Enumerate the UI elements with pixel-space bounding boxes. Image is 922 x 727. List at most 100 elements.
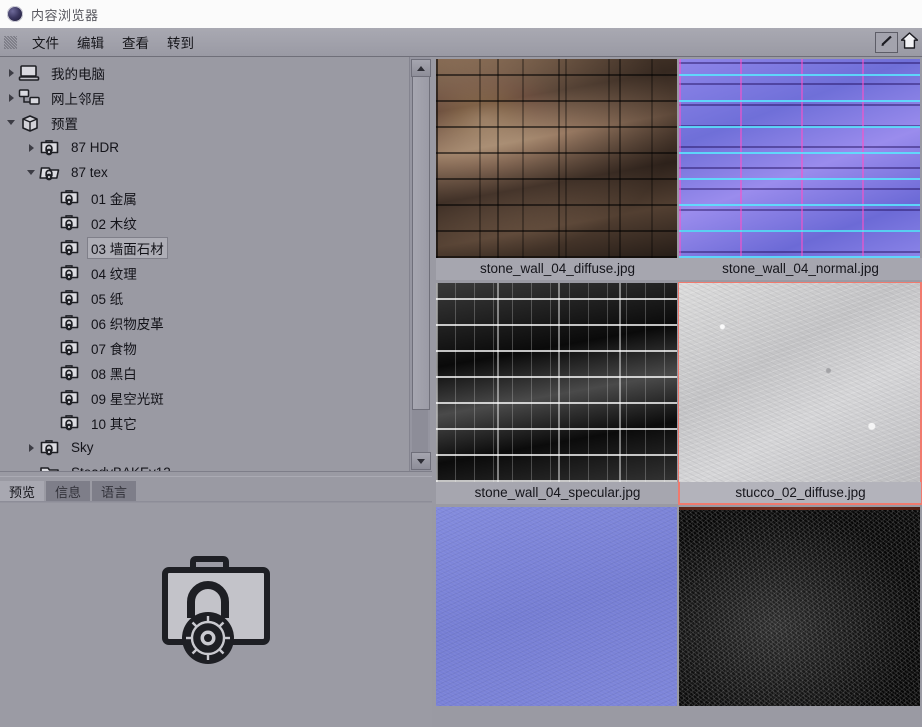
thumbnail-image[interactable] (436, 283, 677, 482)
tree-item-label: 02 木纹 (91, 216, 137, 232)
tree-twisty-spacer (44, 391, 58, 405)
tree-twisty-spacer (44, 316, 58, 330)
thumbnail-item[interactable] (679, 507, 922, 706)
home-button[interactable] (899, 32, 920, 52)
tree-item-label: Sky (71, 440, 94, 455)
folder-lock-icon (58, 288, 82, 308)
scroll-down-button[interactable] (411, 452, 431, 470)
tree-item-2[interactable]: 预置 (0, 110, 406, 135)
thumbnail-item[interactable]: stone_wall_04_normal.jpg (679, 59, 922, 280)
tree-item-label: 06 织物皮革 (91, 316, 164, 332)
folder-lock-icon (58, 263, 82, 283)
tree-item-12[interactable]: 08 黑白 (0, 360, 406, 385)
tree-item-8[interactable]: 04 纹理 (0, 260, 406, 285)
thumbnail-image[interactable] (679, 507, 920, 706)
tree-twisty-spacer (44, 416, 58, 430)
chevron-down-icon[interactable] (24, 166, 38, 180)
tree-item-label: 07 食物 (91, 341, 137, 357)
folder-lock-icon (58, 238, 82, 258)
thumbnail-caption: stone_wall_04_diffuse.jpg (436, 258, 679, 280)
edit-pencil-icon (880, 35, 894, 50)
tree-item-9[interactable]: 05 纸 (0, 285, 406, 310)
content-browser-window: 内容浏览器 文件 编辑 查看 转到 我的电脑 网上邻居 预置 87 HDR 87… (0, 0, 922, 727)
menu-edit[interactable]: 编辑 (68, 30, 113, 54)
folder-lock-icon (58, 413, 82, 433)
menu-file[interactable]: 文件 (23, 30, 68, 54)
edit-pencil-button[interactable] (875, 31, 898, 53)
tab-1[interactable]: 信息 (46, 481, 91, 502)
tree-item-13[interactable]: 09 星空光斑 (0, 385, 406, 410)
preview-pane (0, 503, 432, 727)
chevron-right-icon[interactable] (24, 141, 38, 155)
tree-item-10[interactable]: 06 织物皮革 (0, 310, 406, 335)
thumbnail-image[interactable] (679, 283, 920, 482)
tree-item-14[interactable]: 10 其它 (0, 410, 406, 435)
tree-item-label: 08 黑白 (91, 366, 137, 382)
folder-lock-icon (58, 338, 82, 358)
thumbnail-item[interactable] (436, 507, 679, 706)
tree-item-label: 我的电脑 (51, 66, 105, 82)
tree-item-7[interactable]: 03 墙面石材 (0, 235, 406, 260)
thumbnail-caption: stone_wall_04_normal.jpg (679, 258, 922, 280)
tree-item-label: 04 纹理 (91, 266, 137, 282)
tab-label: 预览 (9, 485, 36, 500)
folder-lock-icon (58, 188, 82, 208)
tree-item-16[interactable]: SteadyBAKEv12 (0, 460, 406, 471)
tree-item-3[interactable]: 87 HDR (0, 135, 406, 160)
computer-icon (18, 63, 42, 83)
drag-grip[interactable] (4, 35, 17, 49)
folder-lock-icon (58, 313, 82, 333)
tree-item-6[interactable]: 02 木纹 (0, 210, 406, 235)
thumbnail-caption: stone_wall_04_specular.jpg (436, 482, 679, 504)
thumbnail-browser[interactable]: stone_wall_04_diffuse.jpg stone_wall_04_n… (432, 57, 922, 727)
folder-tree-panel[interactable]: 我的电脑网上邻居预置 87 HDR 87 tex 01 金属 02 木纹 03 墙面石材 0… (0, 57, 432, 471)
menu-view[interactable]: 查看 (113, 30, 158, 54)
chevron-right-icon[interactable] (4, 66, 18, 80)
folder-lock-icon (58, 388, 82, 408)
tree-item-11[interactable]: 07 食物 (0, 335, 406, 360)
tree-item-1[interactable]: 网上邻居 (0, 85, 406, 110)
tabstrip-divider (0, 501, 432, 502)
menu-goto[interactable]: 转到 (158, 30, 203, 54)
menu-bar: 文件 编辑 查看 转到 (0, 28, 922, 57)
thumbnail-grid: stone_wall_04_diffuse.jpg stone_wall_04_n… (432, 57, 922, 709)
thumbnail-image[interactable] (436, 507, 677, 706)
tree-item-0[interactable]: 我的电脑 (0, 60, 406, 85)
thumbnail-item[interactable]: stone_wall_04_diffuse.jpg (436, 59, 679, 280)
tree-item-5[interactable]: 01 金属 (0, 185, 406, 210)
folder-padlock-icon (153, 555, 279, 675)
folder-lock-icon (38, 438, 62, 458)
thumbnail-item[interactable]: stucco_02_diffuse.jpg (678, 282, 922, 505)
tab-label: 语言 (101, 485, 128, 500)
thumbnail-image[interactable] (679, 59, 920, 258)
folder-tree: 我的电脑网上邻居预置 87 HDR 87 tex 01 金属 02 木纹 03 墙面石材 0… (0, 57, 406, 471)
tree-scrollbar[interactable] (409, 57, 431, 471)
tree-twisty-spacer (44, 241, 58, 255)
thumbnail-edge-strip (679, 507, 920, 510)
tree-item-label: 网上邻居 (51, 91, 105, 107)
home-icon (900, 32, 919, 52)
chevron-right-icon[interactable] (4, 91, 18, 105)
chevron-right-icon[interactable] (24, 441, 38, 455)
tree-item-label: 87 tex (71, 165, 108, 180)
preset-box-icon (18, 113, 42, 133)
tree-item-label: 预置 (51, 116, 78, 132)
chevron-down-icon[interactable] (4, 116, 18, 130)
scrollbar-track[interactable] (412, 76, 430, 452)
chevron-down-icon (417, 458, 425, 464)
tab-2[interactable]: 语言 (92, 481, 137, 502)
thumbnail-image[interactable] (436, 59, 677, 258)
folder-open-lock-icon (38, 163, 62, 183)
scroll-up-button[interactable] (411, 59, 431, 77)
thumbnail-item[interactable]: stone_wall_04_specular.jpg (436, 283, 679, 504)
window-title: 内容浏览器 (31, 7, 99, 23)
tab-0[interactable]: 预览 (0, 481, 45, 502)
tree-item-label: 01 金属 (91, 191, 137, 207)
tree-item-label: SteadyBAKEv12 (67, 464, 175, 471)
menu-toolbuttons (875, 31, 922, 53)
tree-item-4[interactable]: 87 tex (0, 160, 406, 185)
folder-icon (38, 463, 62, 471)
tree-twisty-spacer (44, 291, 58, 305)
scrollbar-thumb[interactable] (412, 76, 430, 410)
tree-item-15[interactable]: Sky (0, 435, 406, 460)
